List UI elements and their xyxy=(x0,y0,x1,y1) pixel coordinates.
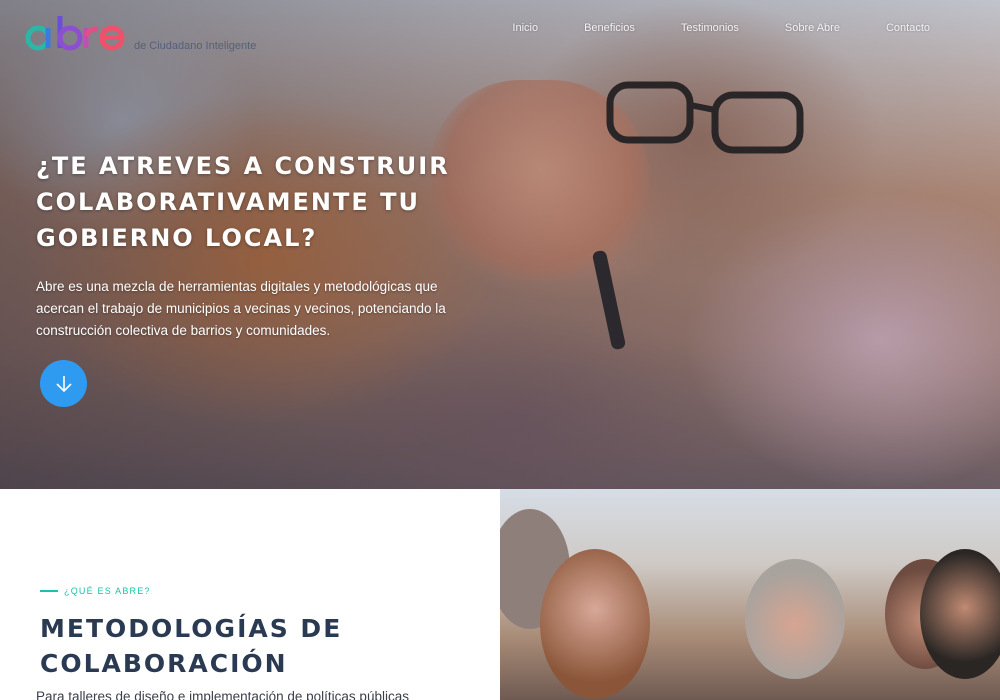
eyebrow-text: ¿QUÉ ES ABRE? xyxy=(64,586,151,596)
workshop-photo xyxy=(500,489,1000,700)
hero-section: de Ciudadano Inteligente Inicio Benefici… xyxy=(0,0,1000,489)
logo-link[interactable]: de Ciudadano Inteligente xyxy=(24,12,256,54)
photo-person-man xyxy=(745,559,845,679)
about-section: ¿QUÉ ES ABRE? METODOLOGÍAS DE COLABORACI… xyxy=(0,489,500,700)
nav-item-contacto[interactable]: Contacto xyxy=(886,22,930,34)
nav-item-inicio[interactable]: Inicio xyxy=(512,22,538,34)
scroll-down-button[interactable] xyxy=(40,360,87,407)
nav-item-beneficios[interactable]: Beneficios xyxy=(584,22,635,34)
about-title: METODOLOGÍAS DE COLABORACIÓN xyxy=(40,614,343,678)
eyebrow: ¿QUÉ ES ABRE? xyxy=(40,586,151,596)
hero-description: Abre es una mezcla de herramientas digit… xyxy=(36,279,446,338)
photo-person-edge xyxy=(920,549,1000,679)
eyebrow-line xyxy=(40,590,58,592)
hero-title: ¿TE ATREVES A CONSTRUIR COLABORATIVAMENT… xyxy=(36,152,450,252)
about-description: Para talleres de diseño e implementación… xyxy=(36,689,409,700)
photo-person-woman xyxy=(540,549,650,699)
nav-item-testimonios[interactable]: Testimonios xyxy=(681,22,739,34)
abre-logo xyxy=(25,16,125,51)
nav-item-sobre-abre[interactable]: Sobre Abre xyxy=(785,22,840,34)
main-nav: Inicio Beneficios Testimonios Sobre Abre… xyxy=(512,22,1000,34)
logo-tagline: de Ciudadano Inteligente xyxy=(134,40,257,52)
arrow-down-icon xyxy=(55,375,72,392)
